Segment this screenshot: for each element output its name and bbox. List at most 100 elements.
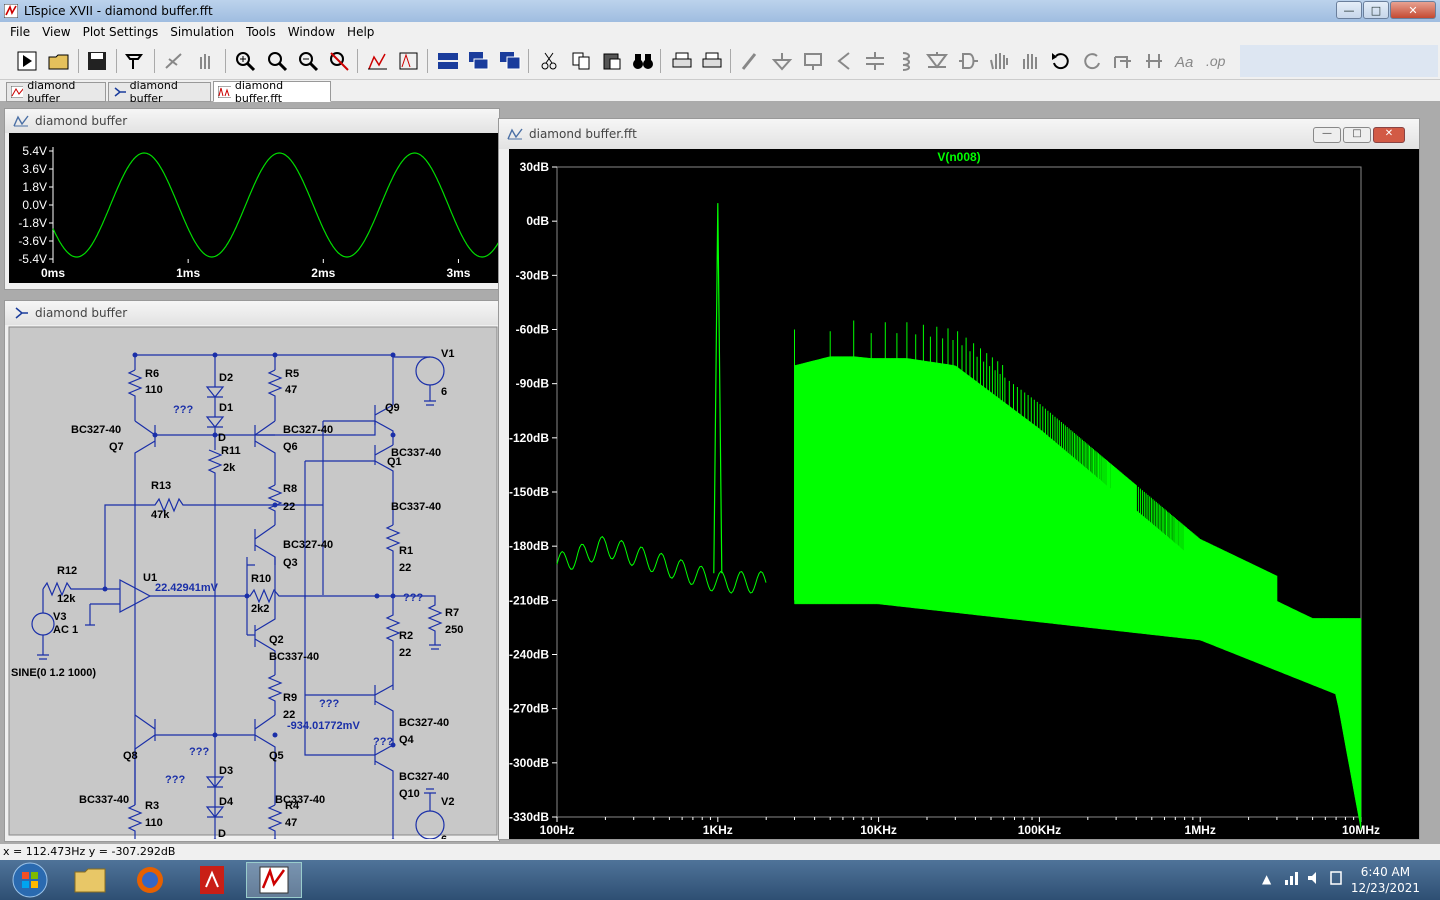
draw-wire-icon[interactable] (738, 49, 762, 73)
redo-icon[interactable] (1080, 49, 1104, 73)
schematic-window[interactable]: diamond buffer R6 110 D2 R5 47 V1 6 D1 Q… (4, 300, 500, 842)
unknown-node-1: ??? (173, 404, 193, 416)
taskbar-ltspice[interactable] (246, 862, 302, 898)
tab-waveform[interactable]: diamond buffer (6, 79, 106, 105)
taskbar-firefox[interactable] (122, 862, 178, 898)
resistor-icon[interactable] (832, 49, 856, 73)
y-tick-label: 5.4V (22, 144, 47, 158)
rotate-icon[interactable] (1111, 49, 1135, 73)
open-folder-icon[interactable] (47, 49, 71, 73)
network-icon[interactable] (1284, 870, 1300, 889)
tile-vertical-icon[interactable] (498, 49, 522, 73)
component-icon[interactable] (956, 49, 980, 73)
fft-maximize-button[interactable]: □ (1343, 127, 1371, 143)
taskbar-explorer[interactable] (62, 862, 118, 898)
unknown-node-3: ??? (319, 698, 339, 710)
waveform-window[interactable]: diamond buffer 5.4V 3.6V 1.8V 0.0V -1.8V -3.6… (4, 108, 500, 290)
mirror-icon[interactable] (1142, 49, 1166, 73)
waveform-window-titlebar[interactable]: diamond buffer (5, 109, 499, 133)
label-r3: R3 (145, 800, 159, 812)
zoom-area-icon[interactable] (265, 49, 289, 73)
y-tick-label: 3.6V (22, 162, 47, 176)
cut-icon[interactable] (537, 49, 561, 73)
y-tick-label: -180dB (509, 539, 549, 553)
fft-icon[interactable] (397, 49, 421, 73)
undo-icon[interactable] (1049, 49, 1073, 73)
spice-directive-icon[interactable]: .op (1204, 49, 1228, 73)
run-icon[interactable] (15, 49, 39, 73)
find-binoculars-icon[interactable] (631, 49, 655, 73)
print-setup-icon[interactable] (700, 49, 724, 73)
drag-hand-icon[interactable] (1018, 49, 1042, 73)
inductor-icon[interactable] (894, 49, 918, 73)
fft-minimize-button[interactable]: — (1313, 127, 1341, 143)
save-icon[interactable] (85, 49, 109, 73)
start-button[interactable] (2, 862, 58, 898)
fft-window[interactable]: diamond buffer.fft — □ ✕ V(n008) 30dB 0dB -… (498, 118, 1420, 840)
ground-icon[interactable] (770, 49, 794, 73)
taskbar-pdf[interactable] (184, 862, 240, 898)
zoom-out-icon[interactable] (296, 49, 320, 73)
label-net-icon[interactable] (801, 49, 825, 73)
value-r8: 22 (283, 501, 295, 513)
label-v3: V3 (53, 611, 66, 623)
menu-view[interactable]: View (42, 25, 70, 39)
label-q8: Q8 (123, 750, 138, 762)
schematic-window-titlebar[interactable]: diamond buffer (5, 301, 499, 325)
move-hand-icon[interactable] (987, 49, 1011, 73)
label-q3: Q3 (283, 557, 298, 569)
action-center-icon[interactable] (1328, 870, 1344, 889)
label-q6: Q6 (283, 441, 298, 453)
schematic-canvas[interactable]: R6 110 D2 R5 47 V1 6 D1 Q9 BC327-40 Q7 D… (5, 325, 499, 839)
copy-icon[interactable] (569, 49, 593, 73)
node-voltage-readout: -934.01772mV (287, 720, 360, 732)
tab-fft[interactable]: diamond buffer.fft (213, 79, 331, 105)
capacitor-icon[interactable] (863, 49, 887, 73)
tile-horizontal-icon[interactable] (436, 49, 460, 73)
label-dd: D (218, 432, 226, 444)
pan-hand-icon[interactable] (194, 49, 218, 73)
label-q4: Q4 (399, 734, 415, 746)
tab-schematic[interactable]: diamond buffer (108, 79, 211, 105)
menu-window[interactable]: Window (288, 25, 335, 39)
type-q7: BC327-40 (71, 424, 121, 436)
waveform-plot[interactable]: 5.4V 3.6V 1.8V 0.0V -1.8V -3.6V -5.4V0ms 1ms 2ms… (5, 133, 499, 287)
volume-icon[interactable] (1306, 870, 1322, 889)
fft-window-title: diamond buffer.fft (529, 127, 637, 141)
label-r10: R10 (251, 573, 271, 585)
clock[interactable]: 6:40 AM 12/23/2021 (1351, 864, 1420, 896)
menu-file[interactable]: File (10, 25, 30, 39)
ltspice-app-icon (4, 4, 18, 18)
menu-help[interactable]: Help (347, 25, 374, 39)
label-d4: D4 (219, 796, 234, 808)
autorange-icon[interactable] (366, 49, 390, 73)
value-r6: 110 (145, 384, 163, 396)
opamp-voltage-readout: 22.42941mV (155, 582, 219, 594)
diode-icon[interactable] (925, 49, 949, 73)
print-icon[interactable] (670, 49, 694, 73)
control-panel-icon[interactable] (123, 49, 147, 73)
zoom-fit-icon[interactable] (327, 49, 351, 73)
type-q2: BC337-40 (269, 651, 319, 663)
menu-plot-settings[interactable]: Plot Settings (83, 25, 159, 39)
clock-time: 6:40 AM (1360, 865, 1411, 879)
cascade-icon[interactable] (467, 49, 491, 73)
minimize-button[interactable]: — (1336, 1, 1362, 19)
fft-plot[interactable]: V(n008) 30dB 0dB -30dB -60dB -90dB -120dB -150d… (499, 149, 1419, 839)
fft-window-titlebar[interactable]: diamond buffer.fft — □ ✕ (499, 119, 1419, 149)
svg-text:.op: .op (1206, 53, 1226, 69)
y-tick-label: -60dB (516, 323, 550, 337)
maximize-button[interactable]: □ (1363, 1, 1389, 19)
x-tick-label: 1MHz (1185, 823, 1216, 837)
probe-icon[interactable] (162, 49, 186, 73)
zoom-in-icon[interactable] (233, 49, 257, 73)
fft-close-button[interactable]: ✕ (1373, 127, 1405, 143)
tray-expand-icon[interactable]: ▲ (1262, 872, 1271, 886)
text-icon[interactable]: Aa (1173, 49, 1197, 73)
paste-icon[interactable] (600, 49, 624, 73)
menu-tools[interactable]: Tools (246, 25, 276, 39)
menu-simulation[interactable]: Simulation (170, 25, 234, 39)
close-button[interactable]: ✕ (1390, 1, 1436, 19)
ltspice-app-icon (259, 866, 289, 894)
type-q4: BC327-40 (399, 717, 449, 729)
